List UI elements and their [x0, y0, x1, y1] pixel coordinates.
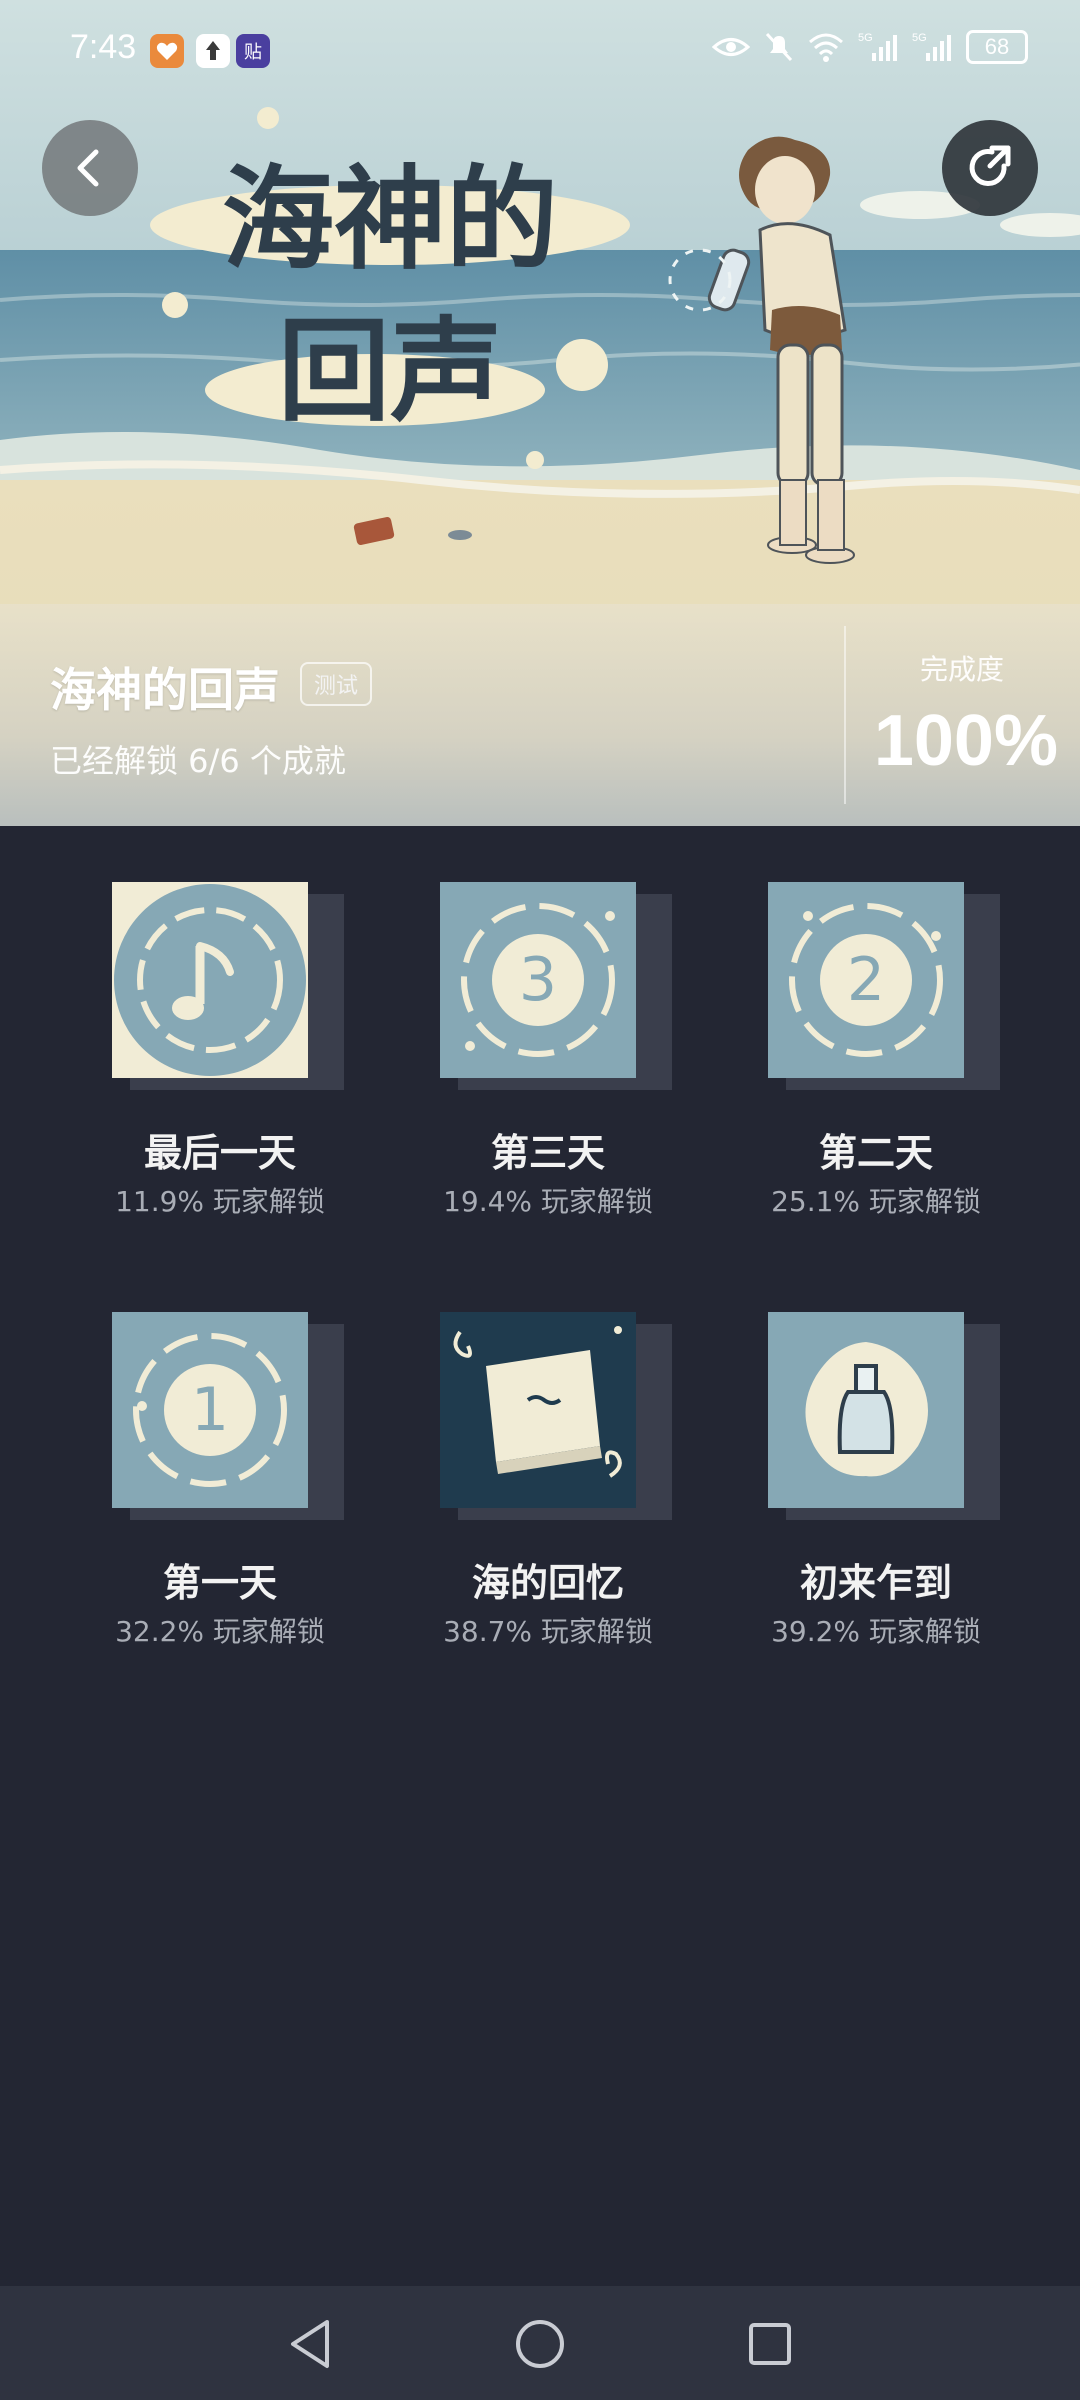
achievement-name: 初来乍到: [799, 1561, 952, 1605]
achievement-name: 海的回忆: [471, 1561, 624, 1605]
svg-text:3: 3: [519, 945, 557, 1015]
signal-icon-2: 5G: [912, 32, 951, 61]
divider: [844, 626, 846, 804]
eye-icon: [712, 38, 750, 56]
achievement-item[interactable]: 3 第三天 19.4% 玩家解锁: [398, 826, 698, 1218]
network-label-2: 5G: [912, 32, 927, 44]
achievement-item[interactable]: 初来乍到 39.2% 玩家解锁: [726, 1256, 1026, 1648]
network-label-1: 5G: [858, 32, 873, 44]
nav-back-button[interactable]: [280, 2314, 340, 2374]
achievement-name: 第一天: [162, 1561, 277, 1605]
status-right-group: 5G 5G 68: [712, 30, 1028, 64]
achievement-unlock-rate: 11.9% 玩家解锁: [115, 1185, 325, 1218]
completion-label: 完成度: [920, 653, 1005, 686]
mute-bell-icon: [765, 32, 793, 62]
wifi-icon: [809, 33, 843, 62]
share-button[interactable]: [942, 120, 1038, 216]
system-nav-bar: [0, 2286, 1080, 2400]
number-3-icon: 3: [440, 882, 672, 1090]
hero-title-line1: 海神的: [222, 155, 558, 285]
achievement-item[interactable]: 2 第二天 25.1% 玩家解锁: [726, 826, 1026, 1218]
game-hero-banner: 海神的 回声 7:43 贴 5G 5G 68 海神的回声 测试 已经解锁 6/6…: [0, 0, 1080, 826]
battery-indicator: 68: [966, 30, 1028, 64]
circle-home-icon: [516, 2320, 564, 2368]
share-icon: [969, 145, 1011, 186]
achievement-name: 第三天: [490, 1131, 605, 1175]
nav-recents-button[interactable]: [740, 2314, 800, 2374]
number-2-icon: 2: [768, 882, 1000, 1090]
tieba-app-icon: 贴: [236, 34, 270, 68]
status-time: 7:43: [70, 28, 137, 66]
test-badge: 测试: [300, 662, 373, 706]
chevron-left-icon: [77, 149, 99, 187]
achievement-item[interactable]: 1 第一天 32.2% 玩家解锁: [70, 1256, 370, 1648]
nav-home-button[interactable]: [510, 2314, 570, 2374]
completion-value: 100%: [873, 701, 1058, 781]
achievement-unlock-rate: 19.4% 玩家解锁: [443, 1185, 653, 1218]
number-1-icon: 1: [112, 1312, 344, 1520]
game-info-band: 海神的回声 测试 已经解锁 6/6 个成就 完成度 100%: [0, 604, 1080, 826]
achievement-unlock-rate: 39.2% 玩家解锁: [771, 1615, 981, 1648]
achievement-unlock-rate: 32.2% 玩家解锁: [115, 1615, 325, 1648]
achievement-unlock-rate: 25.1% 玩家解锁: [771, 1185, 981, 1218]
achievement-name: 第二天: [818, 1131, 933, 1175]
music-note-icon: [112, 882, 344, 1090]
signal-icon: 5G: [858, 32, 897, 61]
upload-app-icon: [196, 34, 230, 68]
hero-title-line2: 回声: [278, 307, 502, 437]
svg-text:1: 1: [191, 1375, 229, 1445]
achievement-unlock-rate: 38.7% 玩家解锁: [443, 1615, 653, 1648]
square-recents-icon: [749, 2323, 791, 2365]
game-title: 海神的回声: [50, 663, 280, 717]
book-icon: [440, 1312, 672, 1520]
heart-app-icon: [150, 34, 184, 68]
achievement-item[interactable]: 最后一天 11.9% 玩家解锁: [70, 826, 370, 1218]
back-button[interactable]: [42, 120, 138, 216]
status-bar: 7:43 贴 5G 5G 68: [0, 0, 1080, 104]
unlock-progress-text: 已经解锁 6/6 个成就: [50, 742, 346, 780]
bottle-icon: [768, 1312, 1000, 1520]
achievement-item[interactable]: 海的回忆 38.7% 玩家解锁: [398, 1256, 698, 1648]
svg-text:2: 2: [847, 945, 885, 1015]
achievement-name: 最后一天: [143, 1131, 296, 1175]
triangle-back-icon: [291, 2320, 329, 2368]
svg-text:贴: 贴: [244, 42, 262, 63]
